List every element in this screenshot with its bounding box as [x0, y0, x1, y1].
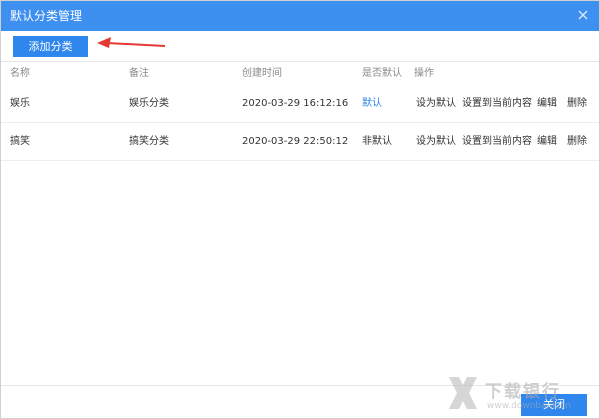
set-to-current-content-link[interactable]: 设置到当前内容	[462, 135, 532, 149]
close-icon[interactable]	[575, 7, 591, 23]
header-remark: 备注	[129, 68, 149, 79]
row-name: 搞笑	[10, 136, 30, 147]
row-default-status: 非默认	[362, 136, 392, 147]
header-is-default: 是否默认	[362, 68, 402, 79]
row-remark: 搞笑分类	[129, 136, 169, 147]
header-operations: 操作	[414, 68, 434, 79]
close-button[interactable]: 关闭	[521, 394, 587, 416]
delete-link[interactable]: 删除	[567, 97, 587, 111]
row-divider	[1, 160, 599, 161]
row-name: 娱乐	[10, 98, 30, 109]
row-created-time: 2020-03-29 16:12:16	[242, 98, 349, 109]
red-arrow-annotation	[95, 35, 167, 55]
row-remark: 娱乐分类	[129, 98, 169, 109]
dialog-title: 默认分类管理	[10, 9, 83, 23]
delete-link[interactable]: 删除	[567, 135, 587, 149]
row-created-time: 2020-03-29 22:50:12	[242, 136, 349, 147]
edit-link[interactable]: 编辑	[537, 135, 557, 149]
header-created-time: 创建时间	[242, 68, 282, 79]
header-name: 名称	[10, 68, 30, 79]
edit-link[interactable]: 编辑	[537, 97, 557, 111]
footer-divider	[1, 385, 599, 386]
row-divider	[1, 122, 599, 123]
watermark-logo-icon	[449, 377, 477, 409]
category-manager-dialog: 默认分类管理 添加分类 名称 备注 创建时间 是否默认 操作 娱乐 娱乐分类 2…	[0, 0, 600, 419]
toolbar-divider	[1, 61, 599, 62]
set-to-current-content-link[interactable]: 设置到当前内容	[462, 97, 532, 111]
add-category-button[interactable]: 添加分类	[13, 36, 88, 57]
set-default-link[interactable]: 设为默认	[416, 135, 456, 149]
row-default-status: 默认	[362, 98, 382, 109]
title-bar: 默认分类管理	[1, 1, 599, 31]
set-default-link[interactable]: 设为默认	[416, 97, 456, 111]
